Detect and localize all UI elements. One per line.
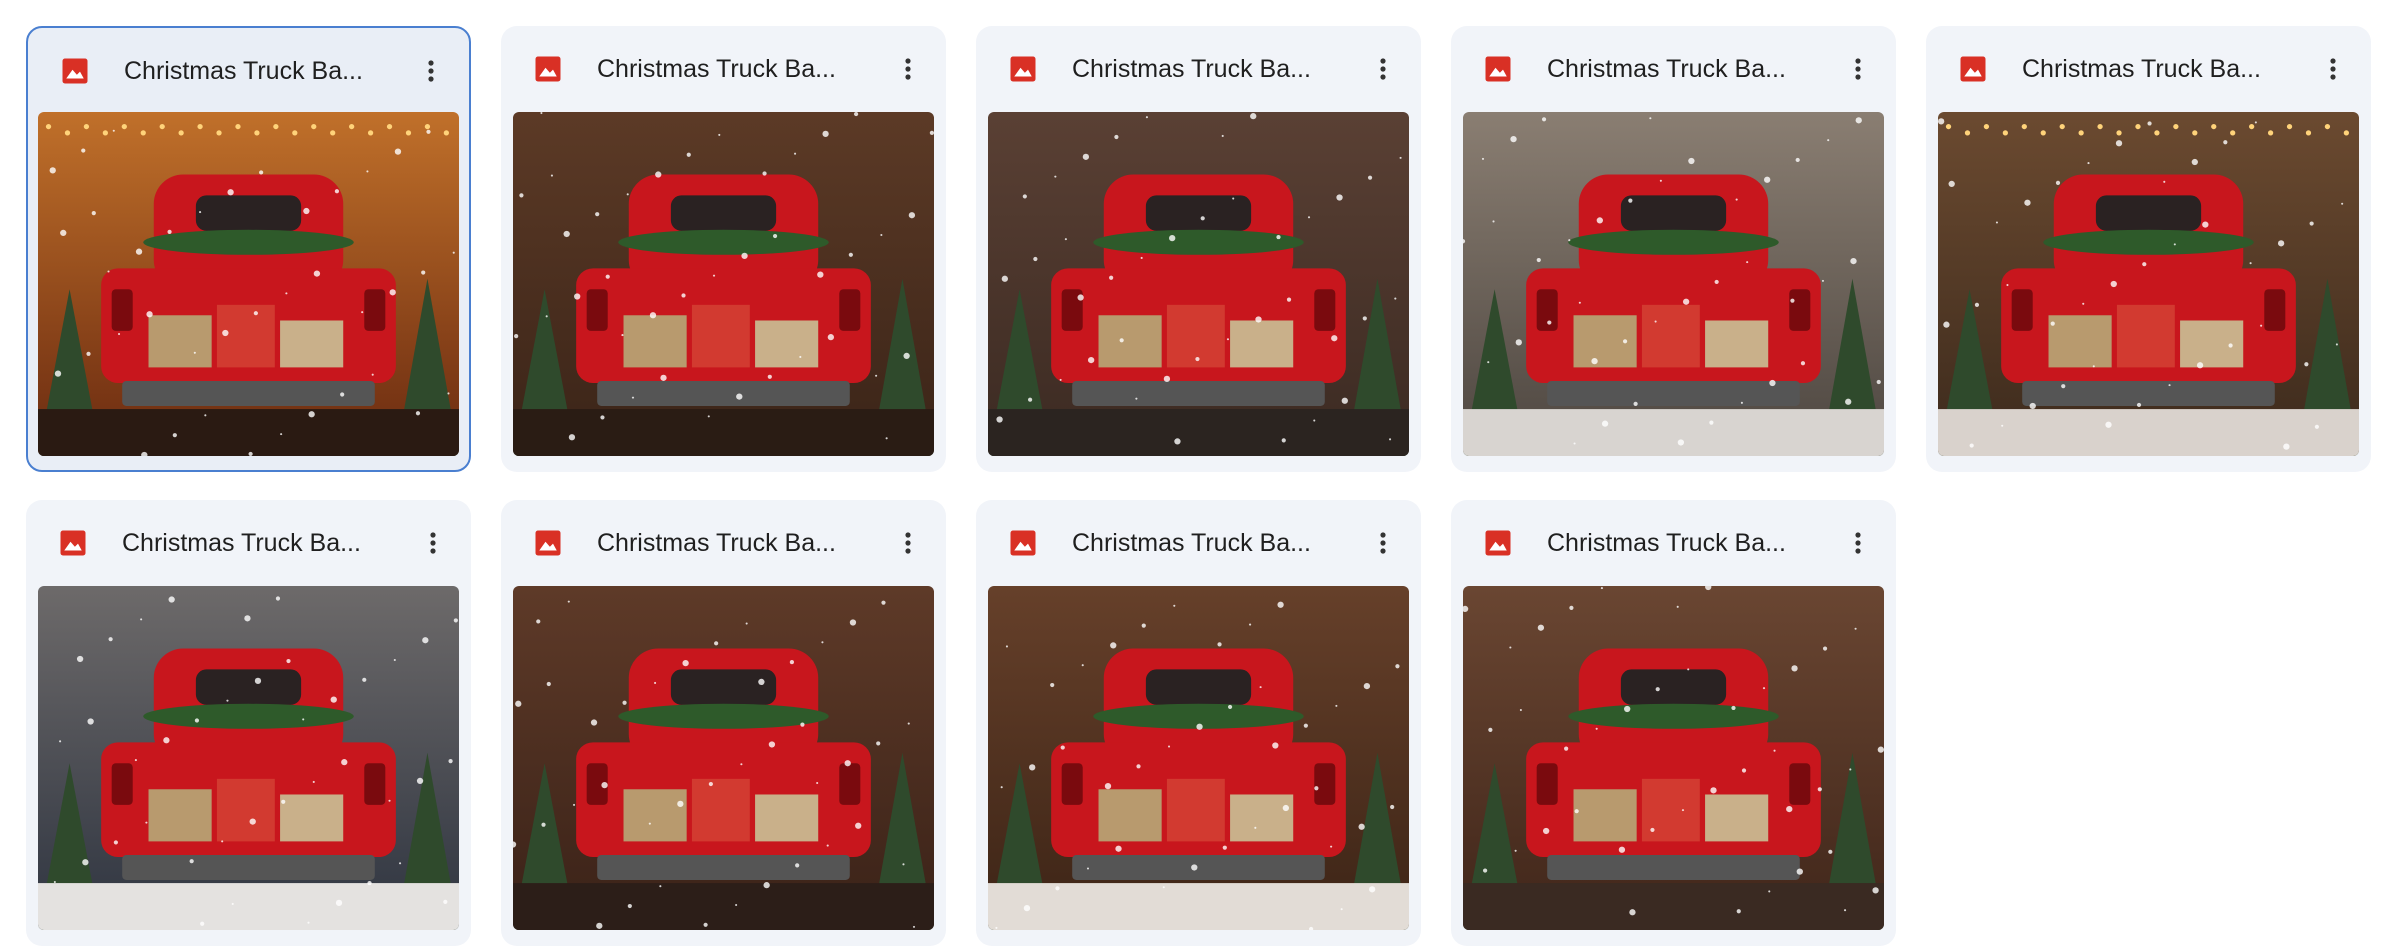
more-options-button[interactable] (1838, 49, 1878, 89)
file-grid: Christmas Truck Ba... Christmas Truck Ba… (26, 26, 2371, 946)
more-options-button[interactable] (888, 523, 928, 563)
file-name[interactable]: Christmas Truck Ba... (597, 529, 888, 558)
more-vert-icon (1380, 532, 1386, 554)
image-thumbnail[interactable] (1463, 112, 1884, 456)
file-name[interactable]: Christmas Truck Ba... (1547, 55, 1838, 84)
more-vert-icon (2330, 58, 2336, 80)
file-name[interactable]: Christmas Truck Ba... (2022, 55, 2313, 84)
image-thumbnail[interactable] (38, 112, 459, 456)
thumbnail-image (988, 586, 1409, 930)
file-name[interactable]: Christmas Truck Ba... (597, 55, 888, 84)
file-name[interactable]: Christmas Truck Ba... (1547, 529, 1838, 558)
more-vert-icon (905, 532, 911, 554)
file-card-header: Christmas Truck Ba... (501, 26, 946, 112)
more-options-button[interactable] (888, 49, 928, 89)
more-options-button[interactable] (1838, 523, 1878, 563)
file-name[interactable]: Christmas Truck Ba... (1072, 529, 1363, 558)
thumbnail-image (988, 112, 1409, 456)
image-file-icon (1960, 56, 1986, 82)
image-thumbnail[interactable] (1938, 112, 2359, 456)
file-card[interactable]: Christmas Truck Ba... (501, 500, 946, 946)
image-thumbnail[interactable] (988, 586, 1409, 930)
file-card[interactable]: Christmas Truck Ba... (1451, 26, 1896, 472)
file-name[interactable]: Christmas Truck Ba... (1072, 55, 1363, 84)
file-card[interactable]: Christmas Truck Ba... (26, 26, 471, 472)
image-thumbnail[interactable] (1463, 586, 1884, 930)
file-card[interactable]: Christmas Truck Ba... (976, 500, 1421, 946)
file-card-header: Christmas Truck Ba... (501, 500, 946, 586)
more-vert-icon (428, 60, 434, 82)
file-card-header: Christmas Truck Ba... (28, 28, 469, 114)
image-thumbnail[interactable] (513, 112, 934, 456)
file-card[interactable]: Christmas Truck Ba... (976, 26, 1421, 472)
more-options-button[interactable] (2313, 49, 2353, 89)
more-options-button[interactable] (413, 523, 453, 563)
file-card-header: Christmas Truck Ba... (1451, 26, 1896, 112)
file-card-header: Christmas Truck Ba... (976, 26, 1421, 112)
more-vert-icon (905, 58, 911, 80)
thumbnail-image (1463, 112, 1884, 456)
more-vert-icon (1855, 532, 1861, 554)
image-thumbnail[interactable] (513, 586, 934, 930)
more-options-button[interactable] (411, 51, 451, 91)
thumbnail-image (513, 112, 934, 456)
image-file-icon (535, 530, 561, 556)
image-thumbnail[interactable] (38, 586, 459, 930)
file-card[interactable]: Christmas Truck Ba... (26, 500, 471, 946)
file-card[interactable]: Christmas Truck Ba... (501, 26, 946, 472)
thumbnail-image (1463, 586, 1884, 930)
more-vert-icon (1380, 58, 1386, 80)
file-card-header: Christmas Truck Ba... (1926, 26, 2371, 112)
image-file-icon (1010, 530, 1036, 556)
file-card[interactable]: Christmas Truck Ba... (1451, 500, 1896, 946)
file-name[interactable]: Christmas Truck Ba... (124, 57, 411, 86)
image-file-icon (60, 530, 86, 556)
image-file-icon (62, 58, 88, 84)
file-card-header: Christmas Truck Ba... (1451, 500, 1896, 586)
thumbnail-image (38, 586, 459, 930)
image-file-icon (1485, 530, 1511, 556)
file-name[interactable]: Christmas Truck Ba... (122, 529, 413, 558)
file-card[interactable]: Christmas Truck Ba... (1926, 26, 2371, 472)
image-file-icon (1010, 56, 1036, 82)
thumbnail-image (1938, 112, 2359, 456)
image-file-icon (535, 56, 561, 82)
file-card-header: Christmas Truck Ba... (976, 500, 1421, 586)
file-card-header: Christmas Truck Ba... (26, 500, 471, 586)
thumbnail-image (513, 586, 934, 930)
more-options-button[interactable] (1363, 523, 1403, 563)
thumbnail-image (38, 112, 459, 456)
image-file-icon (1485, 56, 1511, 82)
more-options-button[interactable] (1363, 49, 1403, 89)
more-vert-icon (1855, 58, 1861, 80)
more-vert-icon (430, 532, 436, 554)
image-thumbnail[interactable] (988, 112, 1409, 456)
